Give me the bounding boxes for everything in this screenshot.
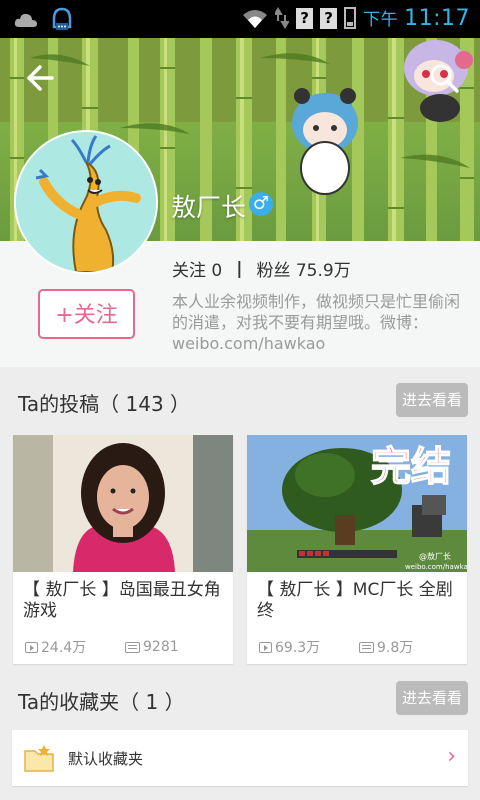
danmaku-count-value: 9281 — [143, 639, 179, 655]
video-stats: 24.4万 9281 — [25, 637, 225, 657]
arrow-left-icon — [27, 65, 54, 91]
signal-unknown-icon: ? — [296, 7, 314, 29]
play-count: 69.3万 — [259, 637, 359, 657]
danmaku-count-value: 9.8万 — [377, 640, 414, 656]
play-count-icon — [25, 641, 38, 653]
play-count-icon — [259, 641, 272, 653]
play-count-value: 24.4万 — [41, 640, 87, 656]
danmaku-count: 9.8万 — [359, 637, 459, 657]
thumb-overlay-text: 完结 — [371, 444, 451, 490]
clock-ampm: 下午 — [363, 10, 399, 30]
fans-label: 粉丝 — [256, 261, 291, 281]
chevron-right-icon: › — [447, 744, 456, 769]
thumb-watermark-line2: weibo.com/hawkao — [405, 563, 467, 571]
follow-stats: 关注 0 | 粉丝 75.9万 — [172, 256, 351, 282]
danmaku-count: 9281 — [125, 637, 225, 657]
cloud-icon — [14, 13, 37, 27]
profile-bio: 本人业余视频制作，做视频只是忙里偷闲的消遣，对我不要有期望哦。微博：weibo.… — [172, 292, 461, 353]
signal-unknown-icon: ? — [320, 7, 338, 29]
clock: 下午 11:17 — [363, 5, 470, 31]
search-button[interactable] — [428, 62, 468, 102]
favorites-more-button[interactable]: 进去看看 — [396, 681, 468, 715]
video-stats: 69.3万 9.8万 — [259, 637, 459, 657]
stats-divider: | — [236, 258, 243, 279]
folder-label: 默认收藏夹 — [68, 750, 144, 768]
fans-stat[interactable]: 粉丝 75.9万 — [256, 256, 350, 281]
mascot-character-left — [292, 88, 358, 195]
play-count: 24.4万 — [25, 637, 125, 657]
favorite-folder-item[interactable]: 默认收藏夹 › — [12, 730, 468, 786]
username: 敖厂长 — [171, 193, 247, 222]
favorites-section-title: Ta的收藏夹（ 1 ） — [18, 690, 185, 714]
minecraft-thumbnail: 完结 @敖厂长 weibo.com/hawkao — [247, 435, 467, 572]
back-button[interactable] — [24, 62, 64, 102]
status-bar: ? ? 下午 11:17 — [0, 0, 480, 38]
avatar-image — [16, 132, 156, 272]
wifi-icon — [243, 10, 268, 28]
play-count-value: 69.3万 — [275, 640, 321, 656]
video-thumbnail: 完结 @敖厂长 weibo.com/hawkao — [247, 435, 467, 572]
folder-icon — [24, 745, 54, 772]
video-thumbnail — [13, 435, 233, 572]
danmaku-icon — [359, 641, 374, 653]
data-arrows-icon — [275, 7, 290, 29]
following-count: 0 — [211, 261, 223, 281]
uploads-more-button[interactable]: 进去看看 — [396, 383, 468, 417]
woman-portrait-thumbnail — [13, 435, 233, 572]
following-stat[interactable]: 关注 0 — [172, 256, 222, 281]
male-icon: ♂ — [249, 192, 273, 216]
video-title: 【 敖厂长 】MC厂长 全剧终 — [257, 580, 453, 621]
following-label: 关注 — [172, 261, 206, 281]
battery-icon — [344, 7, 357, 29]
uploads-section-title: Ta的投稿（ 143 ） — [18, 392, 191, 416]
clock-time: 11:17 — [404, 6, 470, 31]
video-card[interactable]: 【 敖厂长 】岛国最丑女角游戏 24.4万 9281 — [13, 435, 233, 664]
danmaku-icon — [125, 641, 140, 653]
fans-count: 75.9万 — [295, 261, 351, 281]
video-card[interactable]: 完结 @敖厂长 weibo.com/hawkao 【 敖厂长 】MC厂长 全剧终… — [247, 435, 467, 664]
thumb-watermark-line1: @敖厂长 — [419, 551, 451, 561]
avatar[interactable] — [14, 130, 158, 274]
video-title: 【 敖厂长 】岛国最丑女角游戏 — [23, 580, 221, 621]
search-icon — [430, 64, 459, 93]
follow-button[interactable]: +关注 — [38, 289, 135, 339]
chat-notification-icon — [52, 7, 72, 30]
